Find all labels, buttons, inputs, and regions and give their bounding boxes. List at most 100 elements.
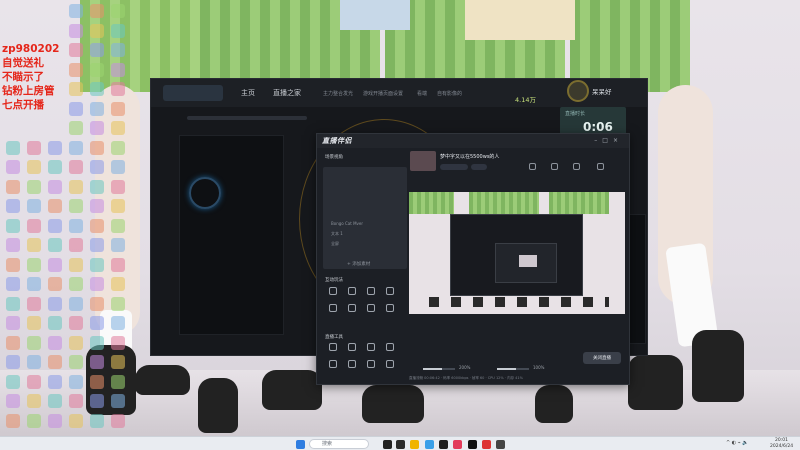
desktop-shortcut-icon[interactable] [69,394,83,408]
desktop-shortcut-icon[interactable] [69,413,83,428]
desktop-shortcut-icon[interactable] [69,179,83,194]
desktop-shortcut-icon[interactable] [111,23,125,38]
desktop-shortcut-icon[interactable] [6,413,20,428]
taskview-icon[interactable] [383,440,392,449]
app-icon[interactable] [396,440,405,449]
desktop-shortcut-icon[interactable] [90,355,104,369]
desktop-shortcut-icon[interactable] [111,355,125,369]
desktop-shortcut-icon[interactable] [69,121,83,135]
desktop-shortcut-icon[interactable] [90,43,104,57]
desktop-shortcut-icon[interactable] [69,316,83,330]
tab-live-home[interactable]: 直播之家 [273,88,301,98]
desktop-shortcut-icon[interactable] [6,277,20,291]
desktop-shortcut-icon[interactable] [6,238,20,252]
desktop-shortcut-icon[interactable] [111,296,125,311]
desktop-shortcut-icon[interactable] [69,218,83,233]
app-icon[interactable] [496,440,505,449]
system-tray[interactable]: ^ ◐ ⌁ 🔈 [726,440,749,446]
tool-icon[interactable] [367,343,375,351]
tool-icon[interactable] [386,304,394,312]
desktop-shortcut-icon[interactable] [27,257,41,272]
desktop-shortcut-icon[interactable] [111,199,125,213]
desktop-shortcut-icon[interactable] [111,179,125,194]
desktop-shortcut-icon[interactable] [69,62,83,77]
desktop-shortcut-icon[interactable] [111,160,125,174]
desktop-shortcut-icon[interactable] [111,4,125,18]
desktop-shortcut-icon[interactable] [48,296,62,311]
desktop-shortcut-icon[interactable] [111,394,125,408]
desktop-shortcut-icon[interactable] [69,374,83,389]
speaker-volume-slider[interactable] [497,368,529,370]
tool-icon[interactable] [329,287,337,295]
tool-icon[interactable] [386,287,394,295]
desktop-shortcut-icon[interactable] [90,218,104,233]
desktop-shortcut-icon[interactable] [6,160,20,174]
desktop-shortcut-icon[interactable] [6,218,20,233]
taskbar-search[interactable]: 搜索 [309,439,369,449]
share-icon[interactable] [551,163,558,170]
desktop-shortcut-icon[interactable] [90,121,104,135]
app-icon[interactable] [468,440,477,449]
desktop-shortcut-icon[interactable] [48,257,62,272]
desktop-shortcut-icon[interactable] [90,374,104,389]
desktop-shortcut-icon[interactable] [27,218,41,233]
desktop-shortcut-icon[interactable] [69,296,83,311]
desktop-shortcut-icon[interactable] [48,374,62,389]
desktop-shortcut-icon[interactable] [111,43,125,57]
desktop-shortcut-icon[interactable] [90,257,104,272]
desktop-shortcut-icon[interactable] [27,160,41,174]
desktop-shortcut-icon[interactable] [6,316,20,330]
desktop-shortcut-icon[interactable] [111,121,125,135]
desktop-shortcut-icon[interactable] [111,238,125,252]
desktop-shortcut-icon[interactable] [90,62,104,77]
room-thumbnail[interactable] [410,151,436,171]
desktop-shortcut-icon[interactable] [111,218,125,233]
desktop-shortcut-icon[interactable] [48,160,62,174]
tool-icon[interactable] [386,343,394,351]
desktop-shortcut-icon[interactable] [27,179,41,194]
desktop-shortcut-icon[interactable] [69,43,83,57]
room-tag[interactable] [471,164,487,170]
desktop-shortcut-icon[interactable] [90,394,104,408]
desktop-shortcut-icon[interactable] [6,296,20,311]
add-source-button[interactable]: + 添加素材 [347,261,370,267]
desktop-shortcut-icon[interactable] [27,413,41,428]
tool-icon[interactable] [386,360,394,368]
tool-icon[interactable] [367,304,375,312]
scene-item[interactable]: 全屏 [331,241,339,247]
desktop-shortcut-icon[interactable] [6,140,20,155]
desktop-shortcut-icon[interactable] [48,355,62,369]
settings-icon[interactable] [529,163,536,170]
desktop-shortcut-icon[interactable] [90,199,104,213]
desktop-shortcut-icon[interactable] [69,4,83,18]
desktop-shortcut-icon[interactable] [48,218,62,233]
desktop-shortcut-icon[interactable] [90,296,104,311]
maximize-icon[interactable]: □ [602,137,613,144]
desktop-shortcut-icon[interactable] [27,394,41,408]
desktop-shortcut-icon[interactable] [27,140,41,155]
desktop-shortcut-icon[interactable] [111,413,125,428]
desktop-shortcut-icon[interactable] [111,82,125,96]
desktop-shortcut-icon[interactable] [27,199,41,213]
desktop-shortcut-icon[interactable] [27,277,41,291]
desktop-shortcut-icon[interactable] [90,277,104,291]
tool-icon[interactable] [329,360,337,368]
more-icon[interactable] [597,163,604,170]
desktop-shortcut-icon[interactable] [69,335,83,350]
desktop-shortcut-icon[interactable] [6,257,20,272]
desktop-shortcut-icon[interactable] [48,394,62,408]
desktop-shortcut-icon[interactable] [69,257,83,272]
desktop-shortcut-icon[interactable] [90,23,104,38]
scene-item[interactable]: 文本 1 [331,231,343,237]
desktop-shortcut-icon[interactable] [6,394,20,408]
desktop-shortcut-icon[interactable] [48,413,62,428]
desktop-shortcut-icon[interactable] [90,101,104,116]
desktop-shortcut-icon[interactable] [111,335,125,350]
desktop-shortcut-icon[interactable] [27,335,41,350]
desktop-shortcut-icon[interactable] [27,296,41,311]
desktop-shortcut-icon[interactable] [69,160,83,174]
tool-icon[interactable] [348,343,356,351]
desktop-shortcut-icon[interactable] [6,355,20,369]
tab-sub-1[interactable]: 主力整合发光 [323,90,353,97]
live-toggle-button[interactable]: 关闭直播 [583,352,621,364]
